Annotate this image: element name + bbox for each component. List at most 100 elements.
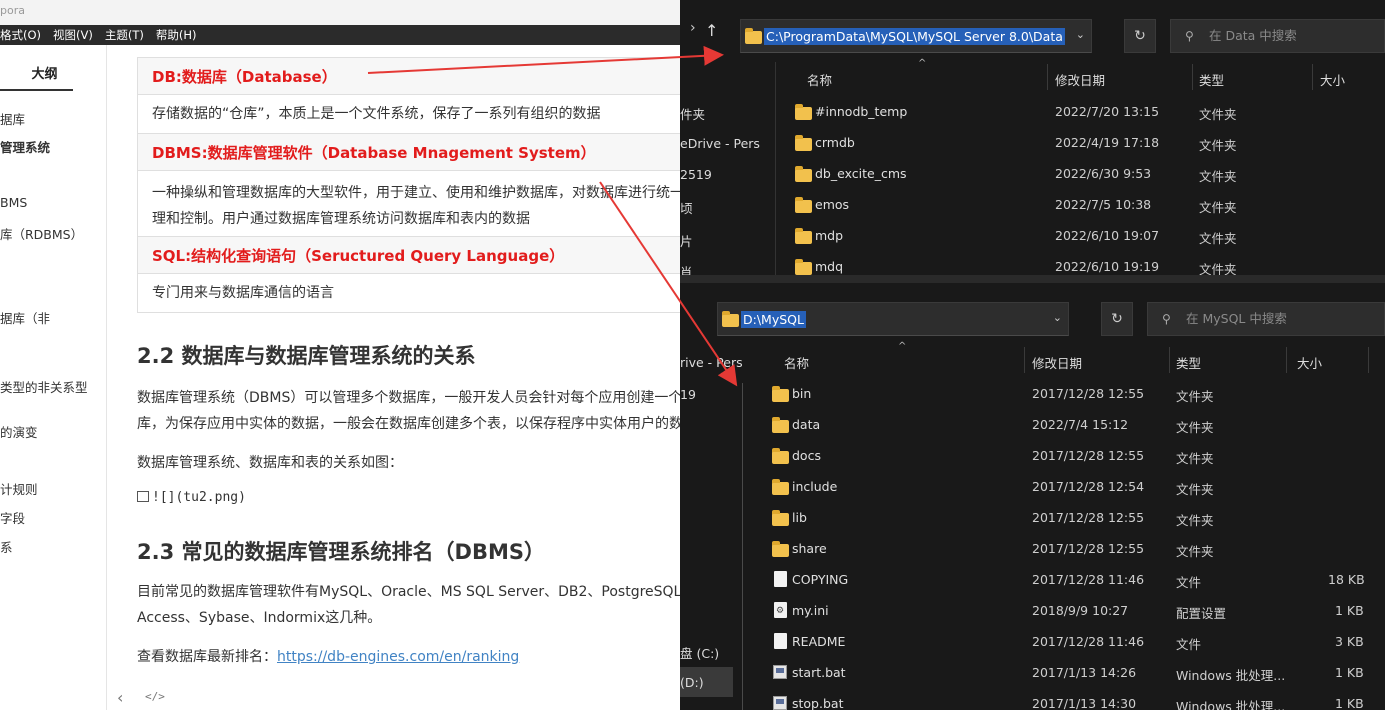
table-desc-sql[interactable]: 专门用来与数据库通信的语言 [137,273,680,313]
outline-item[interactable]: 计规则 [0,479,38,498]
file-type: 文件夹 [1199,169,1237,184]
list-item[interactable]: mdq 2022/6/10 19:19 文件夹 [680,251,1385,275]
definitions-table: DB:数据库（Database） 存储数据的“仓库”，本质上是一个文件系统，保存… [137,57,680,313]
outline-item[interactable]: 据库（非 [0,308,50,327]
chevron-down-icon[interactable]: ⌄ [1076,28,1085,41]
table-term-db[interactable]: DB:数据库（Database） [137,57,680,95]
outline-item[interactable]: 库（RDBMS） [0,224,83,243]
outline-tab[interactable]: 大纲 [0,55,73,91]
file-date: 2022/4/19 17:18 [1055,135,1160,150]
outline-item[interactable]: 管理系统 [0,137,50,156]
paragraph[interactable]: 数据库管理系统（DBMS）可以管理多个数据库，一般开发人员会针对每个应用创建一个… [137,385,680,411]
title-bar: pora [0,0,680,25]
address-bar[interactable]: D:\MySQL ⌄ [717,302,1069,336]
list-item[interactable]: lib 2017/12/28 12:55 文件夹 [680,502,1385,533]
file-type: 文件夹 [1176,389,1214,404]
file-size: 1 KB [1335,696,1364,710]
list-item[interactable]: mdp 2022/6/10 19:07 文件夹 [680,220,1385,251]
file-type: 文件 [1176,575,1202,590]
column-header-type[interactable]: 类型 [1199,70,1224,89]
menu-view[interactable]: 视图(V) [53,27,93,43]
search-input[interactable]: ⚲ 在 MySQL 中搜索 [1147,302,1385,336]
column-header-size[interactable]: 大小 [1297,353,1322,372]
file-date: 2017/1/13 14:30 [1032,696,1137,710]
image-markdown[interactable]: ![](tu2.png) [137,490,246,505]
explorer-window-data: › ↑ C:\ProgramData\MySQL\MySQL Server 8.… [680,0,1385,275]
file-name: my.ini [792,603,829,618]
outline-item[interactable]: BMS [0,195,27,210]
list-item[interactable]: docs 2017/12/28 12:55 文件夹 [680,440,1385,471]
table-term-dbms[interactable]: DBMS:数据库管理软件（Database Mnagement System） [137,133,680,171]
table-desc-dbms[interactable]: 一种操纵和管理数据库的大型软件，用于建立、使用和维护数据库，对数据库进行统一管 … [137,170,680,237]
column-header-date[interactable]: 修改日期 [1032,353,1082,372]
list-item[interactable]: COPYING 2017/12/28 11:46 文件 18 KB [680,564,1385,595]
list-item[interactable]: share 2017/12/28 12:55 文件夹 [680,533,1385,564]
paragraph[interactable]: Access、Sybase、Indormix这几种。 [137,605,381,631]
file-type: 配置设置 [1176,606,1227,621]
menu-format[interactable]: 格式(O) [0,27,41,43]
file-name: emos [815,197,850,212]
ranking-link[interactable]: https://db-engines.com/en/ranking [277,649,519,665]
list-item[interactable]: emos 2022/7/5 10:38 文件夹 [680,189,1385,220]
column-header-name[interactable]: 名称 [807,70,832,89]
menu-theme[interactable]: 主题(T) [105,27,144,43]
outline-item[interactable]: 系 [0,537,13,556]
list-item[interactable]: bin 2017/12/28 12:55 文件夹 [680,378,1385,409]
chevron-down-icon[interactable]: ⌄ [1053,311,1062,324]
file-type: 文件夹 [1176,513,1214,528]
list-item[interactable]: README 2017/12/28 11:46 文件 3 KB [680,626,1385,657]
list-item[interactable]: stop.bat 2017/1/13 14:30 Windows 批处理... … [680,688,1385,710]
file-type: 文件夹 [1199,262,1237,275]
refresh-button[interactable]: ↻ [1124,19,1156,53]
table-desc-db[interactable]: 存储数据的“仓库”，本质上是一个文件系统，保存了一系列有组织的数据 [137,94,680,134]
table-desc-line: 理和控制。用户通过数据库管理系统访问数据库和表内的数据 [152,210,530,227]
ranking-prefix: 查看数据库最新排名： [137,649,277,665]
source-code-mode-icon[interactable]: </> [145,690,165,703]
address-path[interactable]: C:\ProgramData\MySQL\MySQL Server 8.0\Da… [764,28,1065,45]
list-item[interactable]: db_excite_cms 2022/6/30 9:53 文件夹 [680,158,1385,189]
refresh-button[interactable]: ↻ [1101,302,1133,336]
search-input[interactable]: ⚲ 在 Data 中搜索 [1170,19,1385,53]
list-item[interactable]: #innodb_temp 2022/7/20 13:15 文件夹 [680,96,1385,127]
file-type: 文件夹 [1176,451,1214,466]
outline-item[interactable]: 字段 [0,508,25,527]
file-name: lib [792,510,807,525]
paragraph[interactable]: 目前常见的数据库管理软件有MySQL、Oracle、MS SQL Server、… [137,579,680,605]
folder-icon [772,510,789,526]
file-name: COPYING [792,572,849,587]
file-name: README [792,634,846,649]
table-term-sql[interactable]: SQL:结构化查询语句（Seructured Query Language） [137,236,680,274]
outline-item[interactable]: 的演变 [0,422,38,441]
file-icon [774,571,787,587]
list-item[interactable]: include 2017/12/28 12:54 文件夹 [680,471,1385,502]
outline-item[interactable]: 类型的非关系型 [0,377,88,396]
heading-2-2[interactable]: 2.2 数据库与数据库管理系统的关系 [137,340,476,370]
status-bar: ‹ </> [107,688,680,710]
menu-help[interactable]: 帮助(H) [156,27,197,43]
file-date: 2017/12/28 12:55 [1032,386,1145,401]
column-separator [1286,347,1287,373]
column-header-name[interactable]: 名称 [784,353,809,372]
heading-2-3[interactable]: 2.3 常见的数据库管理系统排名（DBMS） [137,536,545,566]
nav-item[interactable]: rive - Pers [680,355,743,370]
column-header-type[interactable]: 类型 [1176,353,1201,372]
paragraph[interactable]: 库，为保存应用中实体的数据，一般会在数据库创建多个表，以保存程序中实体用户的数据… [137,411,680,437]
list-item[interactable]: crmdb 2022/4/19 17:18 文件夹 [680,127,1385,158]
list-item[interactable]: start.bat 2017/1/13 14:26 Windows 批处理...… [680,657,1385,688]
folder-icon [722,311,739,327]
column-header-size[interactable]: 大小 [1320,70,1345,89]
folder-icon [772,417,789,433]
back-icon[interactable]: › [690,20,696,36]
address-path[interactable]: D:\MySQL [741,311,806,328]
paragraph[interactable]: 查看数据库最新排名：https://db-engines.com/en/rank… [137,644,519,670]
list-item[interactable]: data 2022/7/4 15:12 文件夹 [680,409,1385,440]
paragraph[interactable]: 数据库管理系统、数据库和表的关系如图： [137,450,403,476]
toggle-sidebar-icon[interactable]: ‹ [117,688,123,707]
file-date: 2017/12/28 12:55 [1032,448,1145,463]
editor-area[interactable]: DB:数据库（Database） 存储数据的“仓库”，本质上是一个文件系统，保存… [107,45,680,710]
up-arrow-icon[interactable]: ↑ [705,21,718,40]
address-bar[interactable]: C:\ProgramData\MySQL\MySQL Server 8.0\Da… [740,19,1092,53]
outline-item[interactable]: 据库 [0,109,25,128]
column-header-date[interactable]: 修改日期 [1055,70,1105,89]
list-item[interactable]: my.ini 2018/9/9 10:27 配置设置 1 KB [680,595,1385,626]
